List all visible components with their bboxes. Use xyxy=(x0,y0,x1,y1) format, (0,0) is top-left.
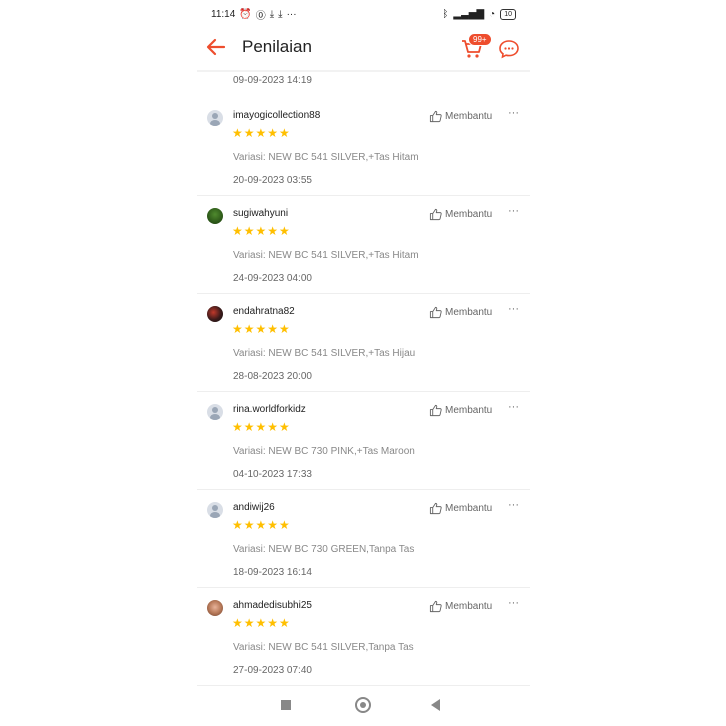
rating-stars: ★★★★★ xyxy=(232,518,291,532)
status-bar: 11:14 ⏰ ⓪ ⤓ ⤓ ··· ᛒ ▂▃▅▇ ◔ 10 xyxy=(211,6,516,22)
system-back-button[interactable] xyxy=(431,699,440,711)
helpful-label: Membantu xyxy=(445,111,493,122)
helpful-label: Membantu xyxy=(445,503,493,514)
rating-stars: ★★★★★ xyxy=(232,420,291,434)
more-options-icon[interactable]: ··· xyxy=(508,303,519,315)
home-button[interactable] xyxy=(355,697,371,713)
avatar xyxy=(207,306,223,322)
reviewer-username: imayogicollection88 xyxy=(233,110,321,121)
review-item: endahratna82 ★★★★★ Membantu ··· Variasi:… xyxy=(197,293,530,392)
product-variation: Variasi: NEW BC 730 PINK,+Tas Maroon xyxy=(233,446,415,457)
more-options-icon[interactable]: ··· xyxy=(508,597,519,609)
review-date: 24-09-2023 04:00 xyxy=(233,273,312,284)
alarm-icon: ⏰ xyxy=(239,8,252,20)
helpful-button[interactable]: Membantu xyxy=(429,306,492,319)
download-icon: ⤓ xyxy=(269,8,275,20)
thumbs-up-icon xyxy=(429,600,442,613)
avatar xyxy=(207,600,223,616)
review-date: 28-08-2023 20:00 xyxy=(233,371,312,382)
rating-stars: ★★★★★ xyxy=(232,616,291,630)
review-date: 27-09-2023 07:40 xyxy=(233,665,312,676)
cart-badge: 99+ xyxy=(468,33,492,46)
system-nav-bar xyxy=(197,690,530,720)
product-variation: Variasi: NEW BC 541 SILVER,+Tas Hijau xyxy=(233,348,416,359)
review-date: 18-09-2023 16:14 xyxy=(233,567,312,578)
more-options-icon[interactable]: ··· xyxy=(508,107,519,119)
bluetooth-icon: ᛒ xyxy=(442,8,449,20)
thumbs-up-icon xyxy=(429,208,442,221)
avatar xyxy=(207,208,223,224)
more-options-icon[interactable]: ··· xyxy=(508,499,519,511)
product-variation: Variasi: NEW BC 541 SILVER,Tanpa Tas xyxy=(233,642,414,653)
helpful-label: Membantu xyxy=(445,307,493,318)
wifi-icon: ◔ xyxy=(489,8,496,20)
review-date: 20-09-2023 03:55 xyxy=(233,175,312,186)
thumbs-up-icon xyxy=(429,502,442,515)
status-time: 11:14 xyxy=(211,8,236,20)
phone-screen: 11:14 ⏰ ⓪ ⤓ ⤓ ··· ᛒ ▂▃▅▇ ◔ 10 Penilaian … xyxy=(197,0,530,726)
previous-review-date: 09-09-2023 14:19 xyxy=(233,75,312,86)
back-arrow-icon[interactable] xyxy=(205,36,227,58)
more-options-icon[interactable]: ··· xyxy=(508,401,519,413)
review-item: sugiwahyuni ★★★★★ Membantu ··· Variasi: … xyxy=(197,195,530,294)
rating-stars: ★★★★★ xyxy=(232,224,291,238)
avatar xyxy=(207,110,223,126)
avatar xyxy=(207,404,223,420)
review-item: ahmadedisubhi25 ★★★★★ Membantu ··· Varia… xyxy=(197,587,530,686)
product-variation: Variasi: NEW BC 541 SILVER,+Tas Hitam xyxy=(233,250,419,261)
product-variation: Variasi: NEW BC 730 GREEN,Tanpa Tas xyxy=(233,544,415,555)
thumbs-up-icon xyxy=(429,110,442,123)
rating-stars: ★★★★★ xyxy=(232,126,291,140)
helpful-label: Membantu xyxy=(445,601,493,612)
reviewer-username: sugiwahyuni xyxy=(233,208,289,219)
rating-stars: ★★★★★ xyxy=(232,322,291,336)
reviewer-username: rina.worldforkidz xyxy=(233,404,306,415)
thumbs-up-icon xyxy=(429,306,442,319)
download-icon: ⤓ xyxy=(278,8,283,20)
more-notifications-icon: ··· xyxy=(286,8,297,20)
review-item: imayogicollection88 ★★★★★ Membantu ··· V… xyxy=(197,97,530,196)
chat-icon[interactable] xyxy=(498,38,520,60)
helpful-label: Membantu xyxy=(445,405,493,416)
helpful-button[interactable]: Membantu xyxy=(429,208,492,221)
recent-apps-button[interactable] xyxy=(281,700,291,710)
helpful-label: Membantu xyxy=(445,209,493,220)
notification-icon: ⓪ xyxy=(255,10,266,22)
battery-icon: 10 xyxy=(500,8,516,20)
helpful-button[interactable]: Membantu xyxy=(429,502,492,515)
review-item: andiwij26 ★★★★★ Membantu ··· Variasi: NE… xyxy=(197,489,530,588)
reviewer-username: endahratna82 xyxy=(233,306,295,317)
app-header: Penilaian 99+ xyxy=(197,28,530,68)
page-title: Penilaian xyxy=(242,37,312,56)
review-date: 04-10-2023 17:33 xyxy=(233,469,312,480)
signal-icon: ▂▃▅▇ xyxy=(453,8,485,20)
more-options-icon[interactable]: ··· xyxy=(508,205,519,217)
helpful-button[interactable]: Membantu xyxy=(429,110,492,123)
avatar xyxy=(207,502,223,518)
header-divider xyxy=(197,70,530,72)
product-variation: Variasi: NEW BC 541 SILVER,+Tas Hitam xyxy=(233,152,419,163)
reviewer-username: andiwij26 xyxy=(233,502,275,513)
review-item: rina.worldforkidz ★★★★★ Membantu ··· Var… xyxy=(197,391,530,490)
thumbs-up-icon xyxy=(429,404,442,417)
reviewer-username: ahmadedisubhi25 xyxy=(233,600,312,611)
helpful-button[interactable]: Membantu xyxy=(429,404,492,417)
helpful-button[interactable]: Membantu xyxy=(429,600,492,613)
